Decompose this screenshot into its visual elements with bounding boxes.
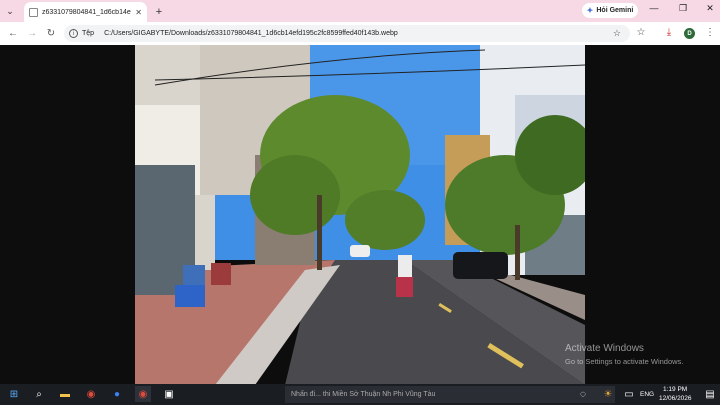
minimize-icon[interactable]: — [647, 3, 661, 13]
weather-icon[interactable]: ☀ [600, 386, 616, 402]
language-indicator[interactable]: ENG [640, 391, 654, 398]
watermark-subtitle: Go to Settings to activate Windows. [565, 357, 684, 366]
forward-arrow-icon[interactable]: → [22, 28, 42, 39]
windows-taskbar: ⊞ ⌕ ▬ ◉ ● ◉ ▣ Nhấn đi... thi Miền Sở Thu… [0, 384, 720, 405]
gemini-spark-icon: ✦ [586, 6, 594, 15]
watermark-title: Activate Windows [565, 343, 644, 354]
image-viewer [0, 45, 720, 385]
app-window-icon[interactable]: ▣ [161, 386, 177, 402]
tab-search-chevron-icon[interactable]: ⌄ [0, 0, 20, 22]
more-menu-icon[interactable]: ⋮ [703, 27, 717, 38]
zalo-icon[interactable]: ● [109, 386, 125, 402]
chrome-active-icon[interactable]: ◉ [135, 386, 151, 402]
image-favicon-icon [29, 7, 38, 17]
tab-title: z6331079804841_1d6cb14efd1 [42, 8, 132, 16]
activate-windows-watermark: Activate Windows Go to Settings to activ… [565, 343, 683, 366]
street-scene-image [135, 45, 585, 385]
bookmark-star-icon[interactable]: ☆ [613, 28, 621, 39]
chat-icon[interactable]: ◌ [575, 386, 591, 402]
close-window-icon[interactable]: ✕ [703, 3, 717, 14]
bookmarks-icon[interactable]: ☆ [634, 27, 648, 38]
ask-gemini-button[interactable]: ✦ Hỏi Gemini [582, 3, 638, 18]
address-bar[interactable]: i Tệp C:/Users/GIGABYTE/Downloads/z63310… [64, 25, 630, 42]
street-photo[interactable] [135, 45, 585, 385]
url-text[interactable]: C:/Users/GIGABYTE/Downloads/z63310798048… [104, 30, 398, 37]
tab-image[interactable]: z6331079804841_1d6cb14efd1 ✕ [24, 2, 147, 22]
back-arrow-icon[interactable]: ← [3, 28, 23, 39]
battery-icon[interactable]: ▭ [621, 386, 637, 402]
info-icon[interactable]: i [69, 29, 78, 38]
clock-time[interactable]: 1:19 PM [663, 386, 687, 393]
ask-gemini-label: Hỏi Gemini [596, 7, 634, 14]
browser-toolbar: ← → ↻ i Tệp C:/Users/GIGABYTE/Downloads/… [0, 22, 720, 45]
restore-icon[interactable]: ❐ [676, 3, 690, 14]
clock-date[interactable]: 12/06/2026 [659, 395, 692, 402]
file-scheme-label: Tệp [82, 30, 95, 37]
new-tab-plus-icon[interactable]: + [151, 2, 167, 22]
file-explorer-icon[interactable]: ▬ [57, 386, 73, 402]
search-icon[interactable]: ⌕ [31, 386, 47, 402]
chrome-icon[interactable]: ◉ [83, 386, 99, 402]
profile-avatar[interactable]: D [684, 28, 695, 39]
tab-close-icon[interactable]: ✕ [135, 8, 142, 17]
windows-start-icon[interactable]: ⊞ [6, 386, 22, 402]
reload-icon[interactable]: ↻ [41, 28, 61, 39]
download-icon[interactable]: ⤓ [662, 27, 676, 38]
taskbar-search-box[interactable]: Nhấn đi... thi Miền Sở Thuận Nh Phi Vũng… [285, 386, 615, 403]
notification-icon[interactable]: ▤ [702, 386, 718, 402]
